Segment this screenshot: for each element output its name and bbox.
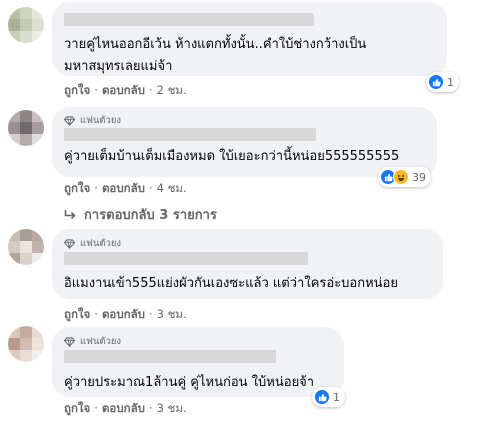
like-link[interactable]: ถูกใจ <box>64 401 90 415</box>
haha-icon <box>393 169 409 185</box>
commenter-name[interactable] <box>64 252 308 265</box>
comment-time[interactable]: 2 ชม. <box>157 83 187 97</box>
like-link[interactable]: ถูกใจ <box>64 181 90 195</box>
commenter-name[interactable] <box>64 13 314 26</box>
reaction-count: 39 <box>412 170 426 184</box>
comment-actions: ถูกใจ · ตอบกลับ · 3 ชม. <box>64 401 187 415</box>
reaction-count: 1 <box>333 390 340 404</box>
reply-link[interactable]: ตอบกลับ <box>102 181 145 195</box>
commenter-avatar[interactable] <box>8 229 44 265</box>
badge-label: แฟนตัวยง <box>80 115 122 126</box>
comment-actions: ถูกใจ · ตอบกลับ · 3 ชม. <box>64 307 187 321</box>
comment-time[interactable]: 3 ชม. <box>157 401 187 415</box>
reply-link[interactable]: ตอบกลับ <box>102 83 145 97</box>
comment-time[interactable]: 3 ชม. <box>157 307 187 321</box>
badge-label: แฟนตัวยง <box>80 336 122 347</box>
reaction-summary[interactable]: 1 <box>426 72 459 92</box>
replies-label: การตอบกลับ 3 รายการ <box>84 208 217 223</box>
commenter-avatar[interactable] <box>8 326 44 362</box>
top-fan-badge: แฟนตัวยง <box>64 236 121 251</box>
reply-link[interactable]: ตอบกลับ <box>102 307 145 321</box>
diamond-icon <box>64 336 75 347</box>
reaction-summary[interactable]: 39 <box>378 167 431 187</box>
reply-arrow-icon <box>64 209 76 219</box>
comment-text: วายคู่ไหนออกอีเว้น ห้างแตกทั้งนั้น..คำใบ… <box>64 37 367 74</box>
diamond-icon <box>64 238 75 249</box>
like-link[interactable]: ถูกใจ <box>64 307 90 321</box>
like-link[interactable]: ถูกใจ <box>64 83 90 97</box>
like-icon <box>428 74 444 90</box>
view-replies-link[interactable]: การตอบกลับ 3 รายการ <box>64 204 217 225</box>
badge-label: แฟนตัวยง <box>80 238 122 249</box>
top-fan-badge: แฟนตัวยง <box>64 334 121 349</box>
commenter-avatar[interactable] <box>8 110 44 146</box>
top-fan-badge: แฟนตัวยง <box>64 113 121 128</box>
reaction-count: 1 <box>447 75 454 89</box>
commenter-name[interactable] <box>64 128 316 141</box>
diamond-icon <box>64 115 75 126</box>
comment-actions: ถูกใจ · ตอบกลับ · 4 ชม. <box>64 181 187 195</box>
commenter-avatar[interactable] <box>8 7 44 43</box>
comment-actions: ถูกใจ · ตอบกลับ · 2 ชม. <box>64 83 187 97</box>
comment-text: อิแมงานเข้า555แย่งผัวกันเองซะแล้ว แต่ว่า… <box>64 276 398 291</box>
like-icon <box>314 389 330 405</box>
comment-text: คู่วายประมาณ1ล้านคู่ คู่ไหนก่อน ใบ้หน่อย… <box>64 375 315 390</box>
reply-link[interactable]: ตอบกลับ <box>102 401 145 415</box>
comment-time[interactable]: 4 ชม. <box>157 181 187 195</box>
comment-text: คู่วายเต็มบ้านเต็มเมืองหมด ใบ้เยอะกว่านี… <box>64 149 400 164</box>
reaction-summary[interactable]: 1 <box>312 387 345 407</box>
commenter-name[interactable] <box>64 350 276 363</box>
